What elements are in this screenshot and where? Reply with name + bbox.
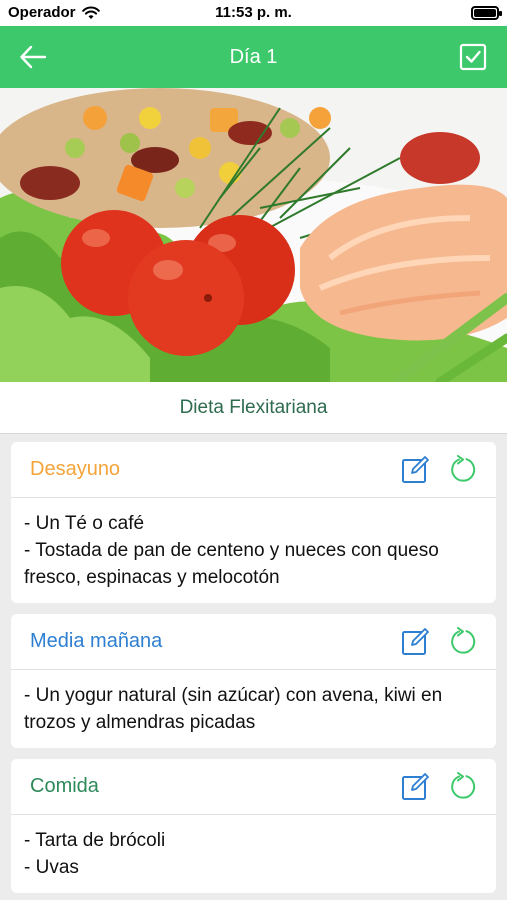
diet-name: Dieta Flexitariana: [179, 396, 328, 418]
meal-line: - Uvas: [24, 857, 79, 878]
status-time: 11:53 p. m.: [215, 4, 292, 21]
meal-description: - Un yogur natural (sin azúcar) con aven…: [11, 670, 496, 748]
refresh-icon[interactable]: [449, 627, 478, 656]
meal-description: - Tarta de brócoli - Uvas: [11, 815, 496, 893]
meal-line: - Tostada de pan de centeno y nueces con…: [24, 540, 439, 588]
food-illustration: [0, 88, 507, 382]
meal-card-header: Comida: [11, 759, 496, 815]
meal-card: Media mañana - Un yogur natural (sin azú…: [11, 614, 496, 748]
meal-actions: [401, 772, 478, 801]
meal-title: Desayuno: [30, 458, 121, 480]
diet-name-bar: Dieta Flexitariana: [0, 382, 507, 434]
checkbox-icon[interactable]: [459, 43, 487, 71]
battery-icon: [471, 6, 502, 20]
meal-description: - Un Té o café - Tostada de pan de cente…: [11, 498, 496, 603]
hero-food-image: [0, 88, 507, 382]
meal-card-header: Desayuno: [11, 442, 496, 498]
meal-title: Media mañana: [30, 630, 163, 652]
edit-icon[interactable]: [401, 627, 430, 656]
meal-actions: [401, 455, 478, 484]
edit-icon[interactable]: [401, 772, 430, 801]
status-bar: Operador 11:53 p. m.: [0, 0, 507, 26]
meal-card: Comida - Tarta de brócoli - Uvas: [11, 759, 496, 893]
meal-line: - Un Té o café: [24, 513, 145, 534]
edit-icon[interactable]: [401, 455, 430, 484]
meal-line: - Tarta de brócoli: [24, 830, 166, 851]
refresh-icon[interactable]: [449, 455, 478, 484]
meal-card: Desayuno - Un Té o café - Tostada de pan…: [11, 442, 496, 603]
meal-title: Comida: [30, 775, 99, 797]
back-arrow-icon[interactable]: [18, 42, 48, 72]
meal-line: - Un yogur natural (sin azúcar) con aven…: [24, 685, 443, 733]
meal-actions: [401, 627, 478, 656]
meal-card-header: Media mañana: [11, 614, 496, 670]
battery-level: [474, 9, 496, 17]
nav-bar: Día 1: [0, 26, 507, 88]
page-title: Día 1: [229, 45, 278, 68]
refresh-icon[interactable]: [449, 772, 478, 801]
